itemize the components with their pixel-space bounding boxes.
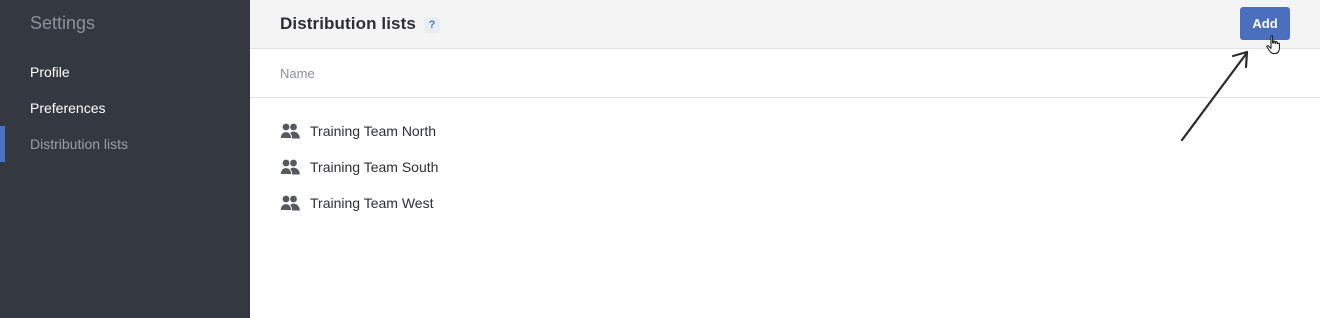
active-indicator xyxy=(0,126,5,162)
sidebar: Settings Profile Preferences Distributio… xyxy=(0,0,250,318)
sidebar-item-distribution-lists[interactable]: Distribution lists xyxy=(0,126,250,162)
hand-cursor-icon xyxy=(1266,35,1280,55)
sidebar-item-label: Distribution lists xyxy=(30,136,129,152)
main-panel: Distribution lists ? Add Name Training T… xyxy=(250,0,1320,318)
sidebar-item-label: Profile xyxy=(30,64,70,80)
sidebar-item-label: Preferences xyxy=(30,100,106,116)
group-icon xyxy=(280,159,300,175)
sidebar-title: Settings xyxy=(30,13,96,33)
list-item-label: Training Team South xyxy=(310,159,439,175)
page-header: Distribution lists ? Add xyxy=(250,0,1320,49)
sidebar-item-profile[interactable]: Profile xyxy=(0,54,250,90)
column-header-name[interactable]: Name xyxy=(280,66,315,81)
list-item-label: Training Team North xyxy=(310,123,437,139)
help-icon[interactable]: ? xyxy=(424,17,440,33)
group-icon xyxy=(280,123,300,139)
table-header: Name xyxy=(250,49,1320,98)
add-button[interactable]: Add xyxy=(1240,7,1290,40)
sidebar-item-preferences[interactable]: Preferences xyxy=(0,90,250,126)
group-icon xyxy=(280,195,300,211)
list-item[interactable]: Training Team South xyxy=(280,149,680,185)
list-item-label: Training Team West xyxy=(310,195,434,211)
page-title: Distribution lists xyxy=(280,14,416,33)
list-item[interactable]: Training Team North xyxy=(280,113,680,149)
settings-app: Settings Profile Preferences Distributio… xyxy=(0,0,1320,318)
list-item[interactable]: Training Team West xyxy=(280,185,680,221)
